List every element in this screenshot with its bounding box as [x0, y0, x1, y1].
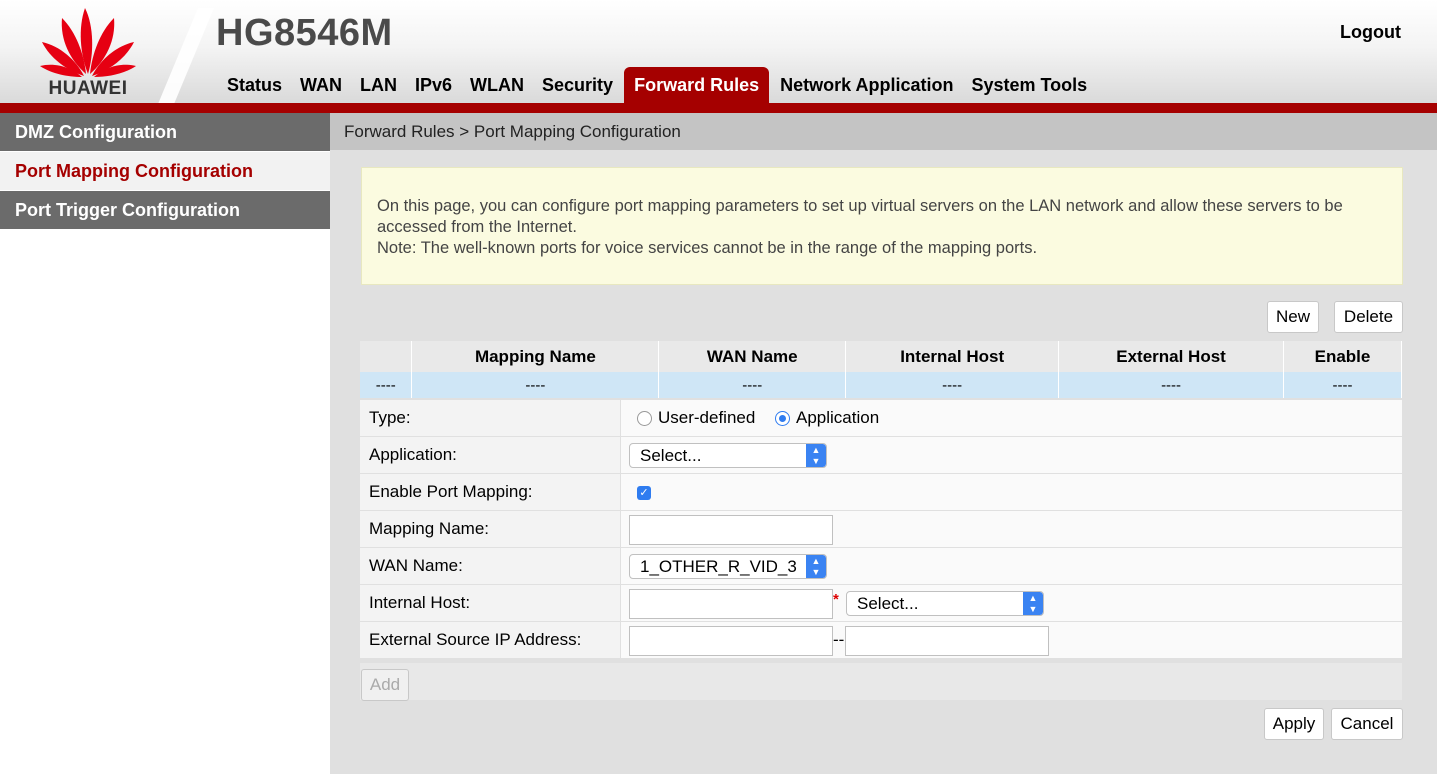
nav-wlan[interactable]: WLAN [461, 67, 533, 104]
port-mapping-form: Type: User-defined Application Applicati… [360, 400, 1402, 659]
header-divider [158, 8, 214, 104]
internal-host-select[interactable]: Select... ▲ ▼ [846, 591, 1044, 616]
sidebar-item-port-mapping[interactable]: Port Mapping Configuration [0, 152, 330, 191]
application-select-value: Select... [640, 446, 702, 465]
column-header-internal-host: Internal Host [845, 341, 1060, 372]
table-cell: ---- [1283, 372, 1402, 398]
info-notice: On this page, you can configure port map… [361, 167, 1403, 285]
header: HUAWEI HG8546M Logout Status WAN LAN IPv… [0, 0, 1437, 104]
table-cell: ---- [845, 372, 1060, 398]
external-ip-field: -- [621, 622, 1402, 658]
main-content: Forward Rules > Port Mapping Configurati… [330, 113, 1437, 774]
nav-network-application[interactable]: Network Application [771, 67, 962, 104]
new-button[interactable]: New [1267, 301, 1319, 333]
application-field: Select... ▲ ▼ [621, 437, 1402, 473]
internal-host-label: Internal Host: [360, 585, 621, 621]
ip-range-separator: -- [833, 630, 845, 649]
delete-button[interactable]: Delete [1334, 301, 1403, 333]
wan-name-select[interactable]: 1_OTHER_R_VID_3 ▲ ▼ [629, 554, 827, 579]
radio-application[interactable] [775, 411, 790, 426]
nav-security[interactable]: Security [533, 67, 622, 104]
type-options: User-defined Application [621, 400, 1402, 436]
enable-port-mapping-checkbox[interactable]: ✓ [637, 486, 651, 500]
required-marker: * [833, 591, 839, 608]
wan-name-field: 1_OTHER_R_VID_3 ▲ ▼ [621, 548, 1402, 584]
port-mapping-table: Mapping Name WAN Name Internal Host Exte… [360, 341, 1402, 398]
internal-host-field: * Select... ▲ ▼ [621, 585, 1402, 621]
external-ip-end-input[interactable] [845, 626, 1049, 656]
cancel-button[interactable]: Cancel [1331, 708, 1403, 740]
radio-application-label[interactable]: Application [796, 400, 879, 436]
application-label: Application: [360, 437, 621, 473]
sidebar-item-dmz[interactable]: DMZ Configuration [0, 113, 330, 152]
add-button-row [360, 663, 1402, 700]
breadcrumb: Forward Rules > Port Mapping Configurati… [330, 113, 1437, 150]
nav-lan[interactable]: LAN [351, 67, 406, 104]
wan-name-label: WAN Name: [360, 548, 621, 584]
form-row-external-ip: External Source IP Address: -- [360, 622, 1402, 659]
type-label: Type: [360, 400, 621, 436]
table-cell: ---- [360, 372, 413, 398]
radio-user-defined-label[interactable]: User-defined [658, 400, 755, 436]
internal-host-select-value: Select... [857, 594, 919, 613]
nav-status[interactable]: Status [218, 67, 291, 104]
add-button[interactable]: Add [361, 669, 409, 701]
form-row-internal-host: Internal Host: * Select... ▲ ▼ [360, 585, 1402, 622]
column-header-mapping-name: Mapping Name [411, 341, 660, 372]
table-header-row: Mapping Name WAN Name Internal Host Exte… [360, 341, 1402, 372]
nav-wan[interactable]: WAN [291, 67, 351, 104]
table-cell: ---- [658, 372, 847, 398]
form-row-wan-name: WAN Name: 1_OTHER_R_VID_3 ▲ ▼ [360, 548, 1402, 585]
mapping-name-field [621, 511, 1402, 547]
wan-name-select-value: 1_OTHER_R_VID_3 [640, 557, 797, 576]
enable-field: ✓ [621, 474, 1402, 510]
select-arrows-icon: ▲ ▼ [806, 444, 826, 467]
column-header-external-host: External Host [1058, 341, 1284, 372]
application-select[interactable]: Select... ▲ ▼ [629, 443, 827, 468]
huawei-logo: HUAWEI [36, 4, 140, 100]
notice-description: On this page, you can configure port map… [377, 197, 1343, 236]
mapping-name-input[interactable] [629, 515, 833, 545]
device-model: HG8546M [216, 12, 393, 54]
form-row-application: Application: Select... ▲ ▼ [360, 437, 1402, 474]
logout-link[interactable]: Logout [1340, 22, 1401, 43]
header-accent-bar [0, 103, 1437, 113]
column-header-select [360, 341, 413, 372]
brand-name: HUAWEI [48, 78, 128, 99]
notice-note: Note: The well-known ports for voice ser… [377, 239, 1038, 257]
internal-host-input[interactable] [629, 589, 833, 619]
external-ip-start-input[interactable] [629, 626, 833, 656]
main-nav: Status WAN LAN IPv6 WLAN Security Forwar… [218, 67, 1096, 104]
form-row-type: Type: User-defined Application [360, 400, 1402, 437]
apply-button[interactable]: Apply [1264, 708, 1324, 740]
mapping-name-label: Mapping Name: [360, 511, 621, 547]
enable-port-mapping-label: Enable Port Mapping: [360, 474, 621, 510]
select-arrows-icon: ▲ ▼ [1023, 592, 1043, 615]
column-header-enable: Enable [1283, 341, 1402, 372]
sidebar-item-port-trigger[interactable]: Port Trigger Configuration [0, 191, 330, 230]
nav-system-tools[interactable]: System Tools [962, 67, 1096, 104]
external-source-ip-label: External Source IP Address: [360, 622, 621, 658]
table-cell: ---- [1058, 372, 1284, 398]
nav-forward-rules[interactable]: Forward Rules [624, 67, 770, 104]
table-row[interactable]: ---- ---- ---- ---- ---- ---- [360, 372, 1402, 398]
radio-user-defined[interactable] [637, 411, 652, 426]
column-header-wan-name: WAN Name [658, 341, 847, 372]
table-cell: ---- [411, 372, 660, 398]
sidebar: DMZ Configuration Port Mapping Configura… [0, 113, 330, 774]
select-arrows-icon: ▲ ▼ [806, 555, 826, 578]
huawei-petals-icon [40, 8, 136, 77]
form-row-enable: Enable Port Mapping: ✓ [360, 474, 1402, 511]
nav-ipv6[interactable]: IPv6 [406, 67, 461, 104]
form-row-mapping-name: Mapping Name: [360, 511, 1402, 548]
